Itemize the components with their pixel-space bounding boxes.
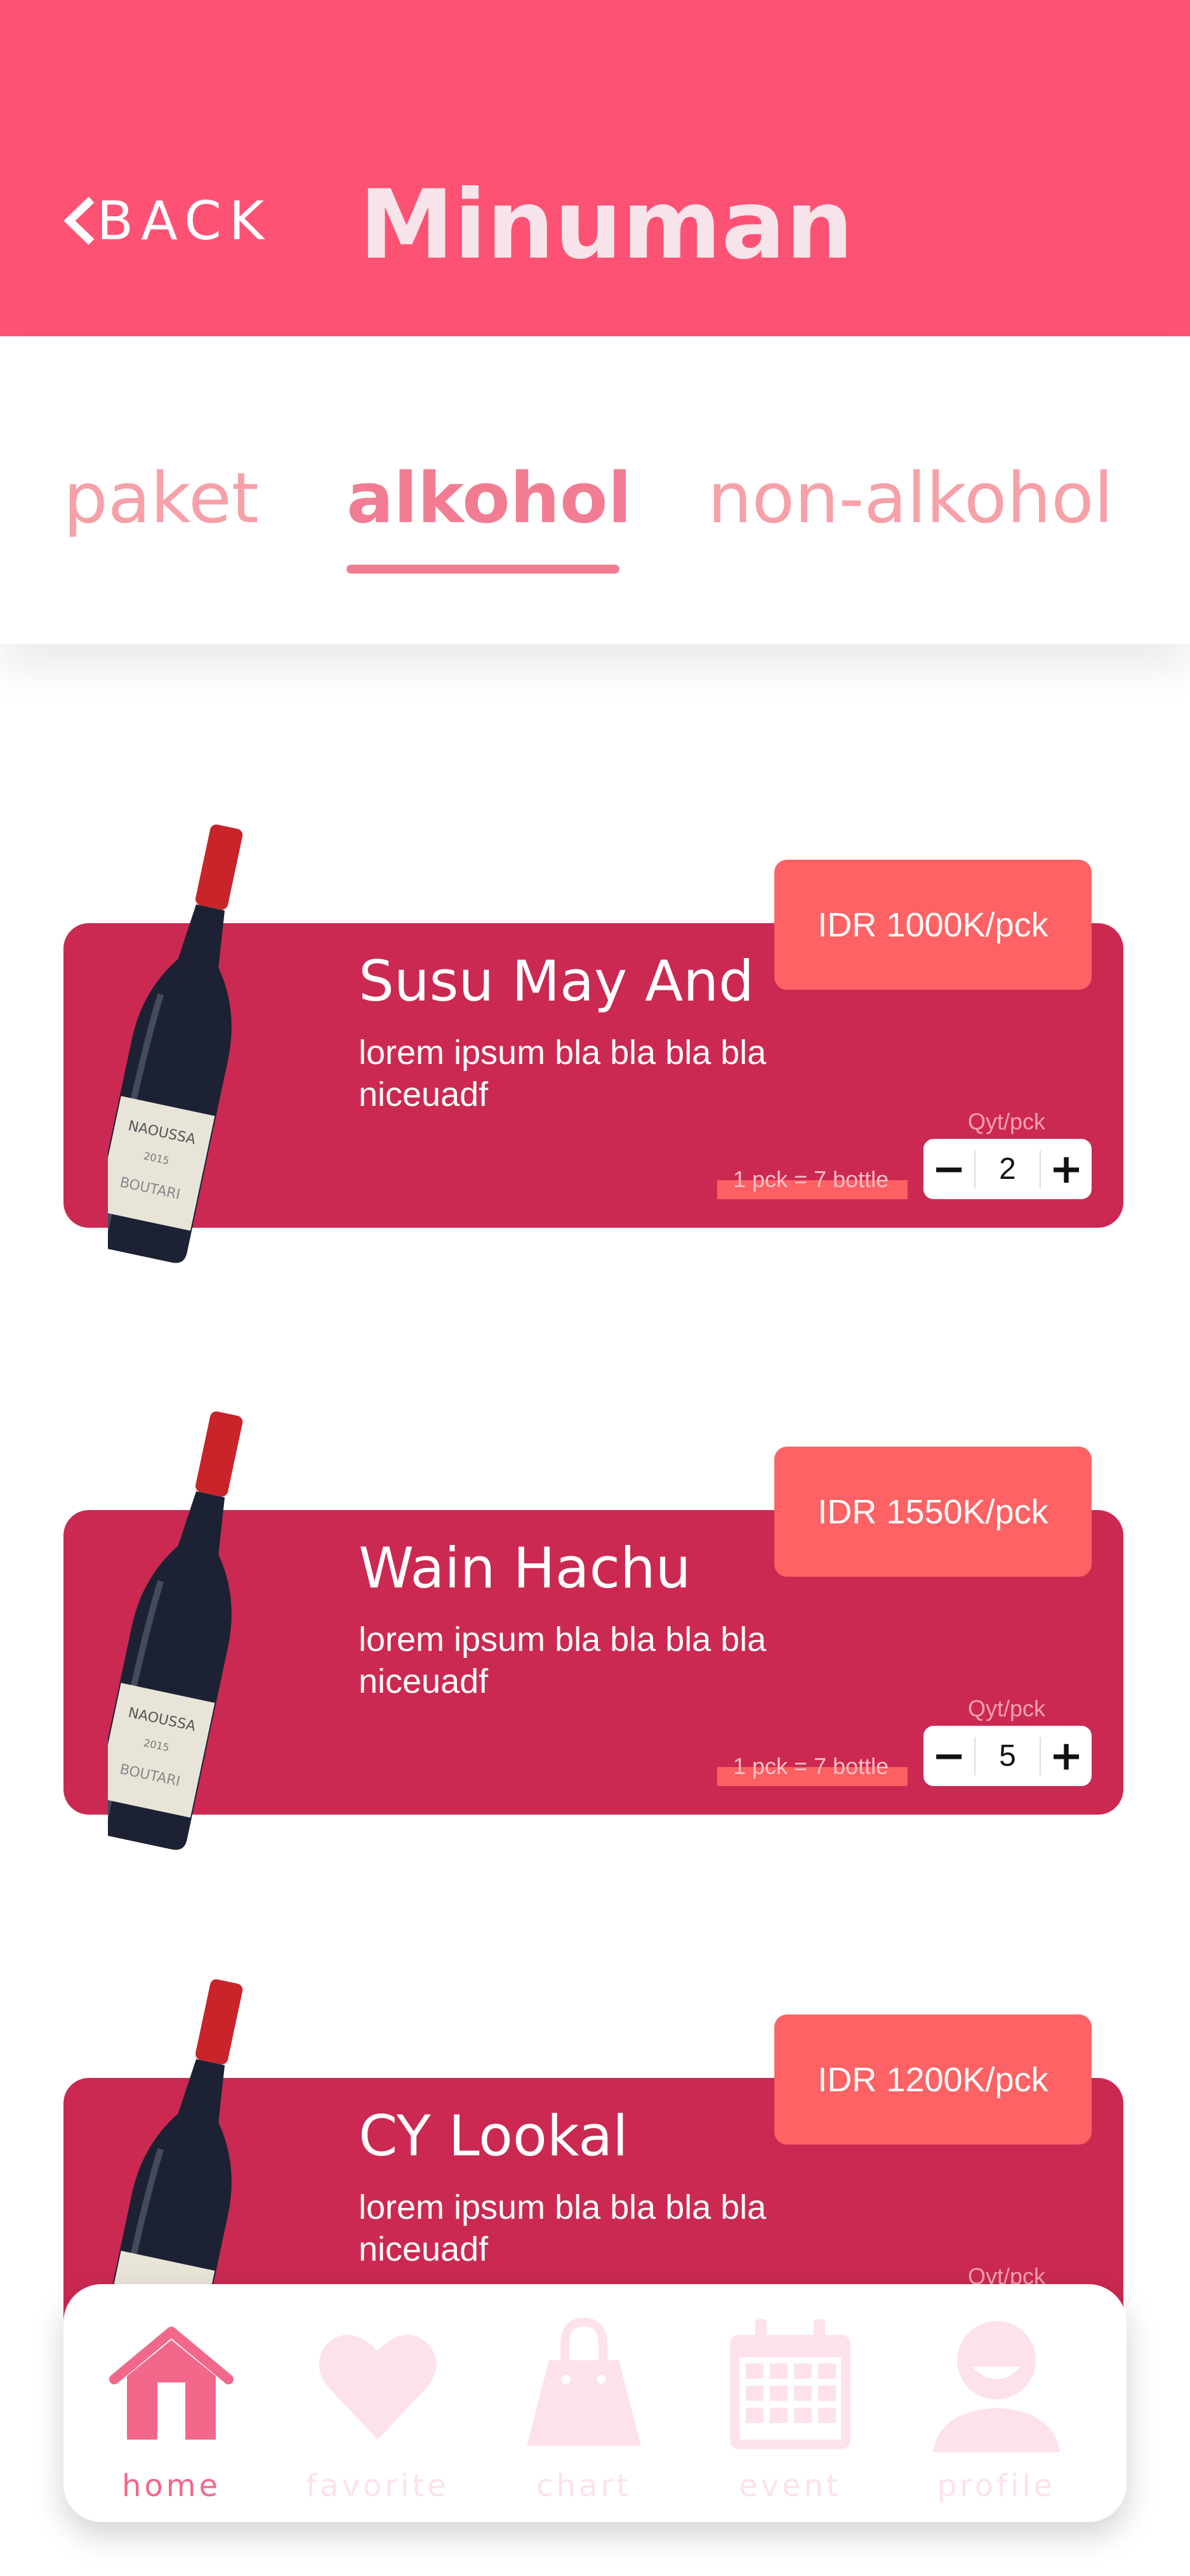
product-description: lorem ipsum bla bla bla bla niceuadf	[359, 1034, 767, 1114]
chevron-left-icon	[63, 197, 95, 245]
shopping-bag-icon	[527, 2317, 641, 2446]
back-label: BACK	[96, 190, 272, 252]
price-tag: IDR 1200K/pck	[774, 2014, 1092, 2145]
product-name: Susu May And	[359, 949, 754, 1014]
page-title: Minuman	[359, 170, 854, 280]
nav-favorite[interactable]: favorite	[295, 2316, 460, 2506]
price-tag: IDR 1550K/pck	[774, 1447, 1092, 1577]
tab-paket[interactable]: paket	[63, 457, 259, 539]
quantity-value: 2	[999, 1152, 1016, 1186]
nav-profile[interactable]: profile	[914, 2316, 1079, 2506]
product-name: Wain Hachu	[359, 1535, 691, 1601]
nav-label: home	[121, 2468, 221, 2504]
quantity-stepper: − 5 +	[923, 1726, 1092, 1786]
increment-button[interactable]: +	[1041, 1726, 1092, 1786]
nav-label: chart	[536, 2468, 631, 2504]
quantity-stepper: − 2 +	[923, 1139, 1092, 1199]
qty-label: Qyt/pck	[968, 1695, 1046, 1721]
nav-home[interactable]: home	[89, 2316, 254, 2506]
nav-event[interactable]: event	[708, 2316, 873, 2506]
wine-bottle-image: NAOUSSA 2015 BOUTARI	[108, 1411, 243, 1850]
decrement-button[interactable]: −	[923, 1726, 974, 1786]
pack-info: 1 pck = 7 bottle	[733, 1753, 889, 1779]
product-description: lorem ipsum bla bla bla bla niceuadf	[359, 2188, 767, 2268]
calendar-icon	[730, 2319, 850, 2449]
user-icon	[933, 2321, 1060, 2452]
home-icon	[109, 2327, 234, 2440]
increment-button[interactable]: +	[1041, 1139, 1092, 1199]
bottom-navigation: home favorite chart event profile	[63, 2284, 1127, 2522]
nav-chart[interactable]: chart	[501, 2316, 666, 2506]
active-tab-indicator	[347, 565, 619, 574]
product-name: CY Lookal	[359, 2103, 628, 2169]
qty-label: Qyt/pck	[968, 1108, 1046, 1134]
product-description: lorem ipsum bla bla bla bla niceuadf	[359, 1620, 767, 1700]
back-button[interactable]: BACK	[62, 176, 272, 265]
nav-label: event	[739, 2468, 842, 2504]
app-header: BACK Minuman	[0, 0, 1190, 336]
wine-bottle-image: NAOUSSA 2015 BOUTARI	[108, 824, 243, 1263]
quantity-value: 5	[999, 1739, 1016, 1773]
decrement-button[interactable]: −	[923, 1139, 974, 1199]
nav-label: favorite	[306, 2468, 449, 2504]
tab-alkohol[interactable]: alkohol	[347, 457, 631, 539]
nav-label: profile	[937, 2468, 1056, 2504]
pack-info: 1 pck = 7 bottle	[733, 1166, 889, 1192]
category-tabs: paket alkohol non-alkohol	[0, 336, 1190, 644]
tab-non-alkohol[interactable]: non-alkohol	[708, 457, 1113, 539]
price-tag: IDR 1000K/pck	[774, 860, 1092, 990]
heart-icon	[319, 2334, 437, 2440]
